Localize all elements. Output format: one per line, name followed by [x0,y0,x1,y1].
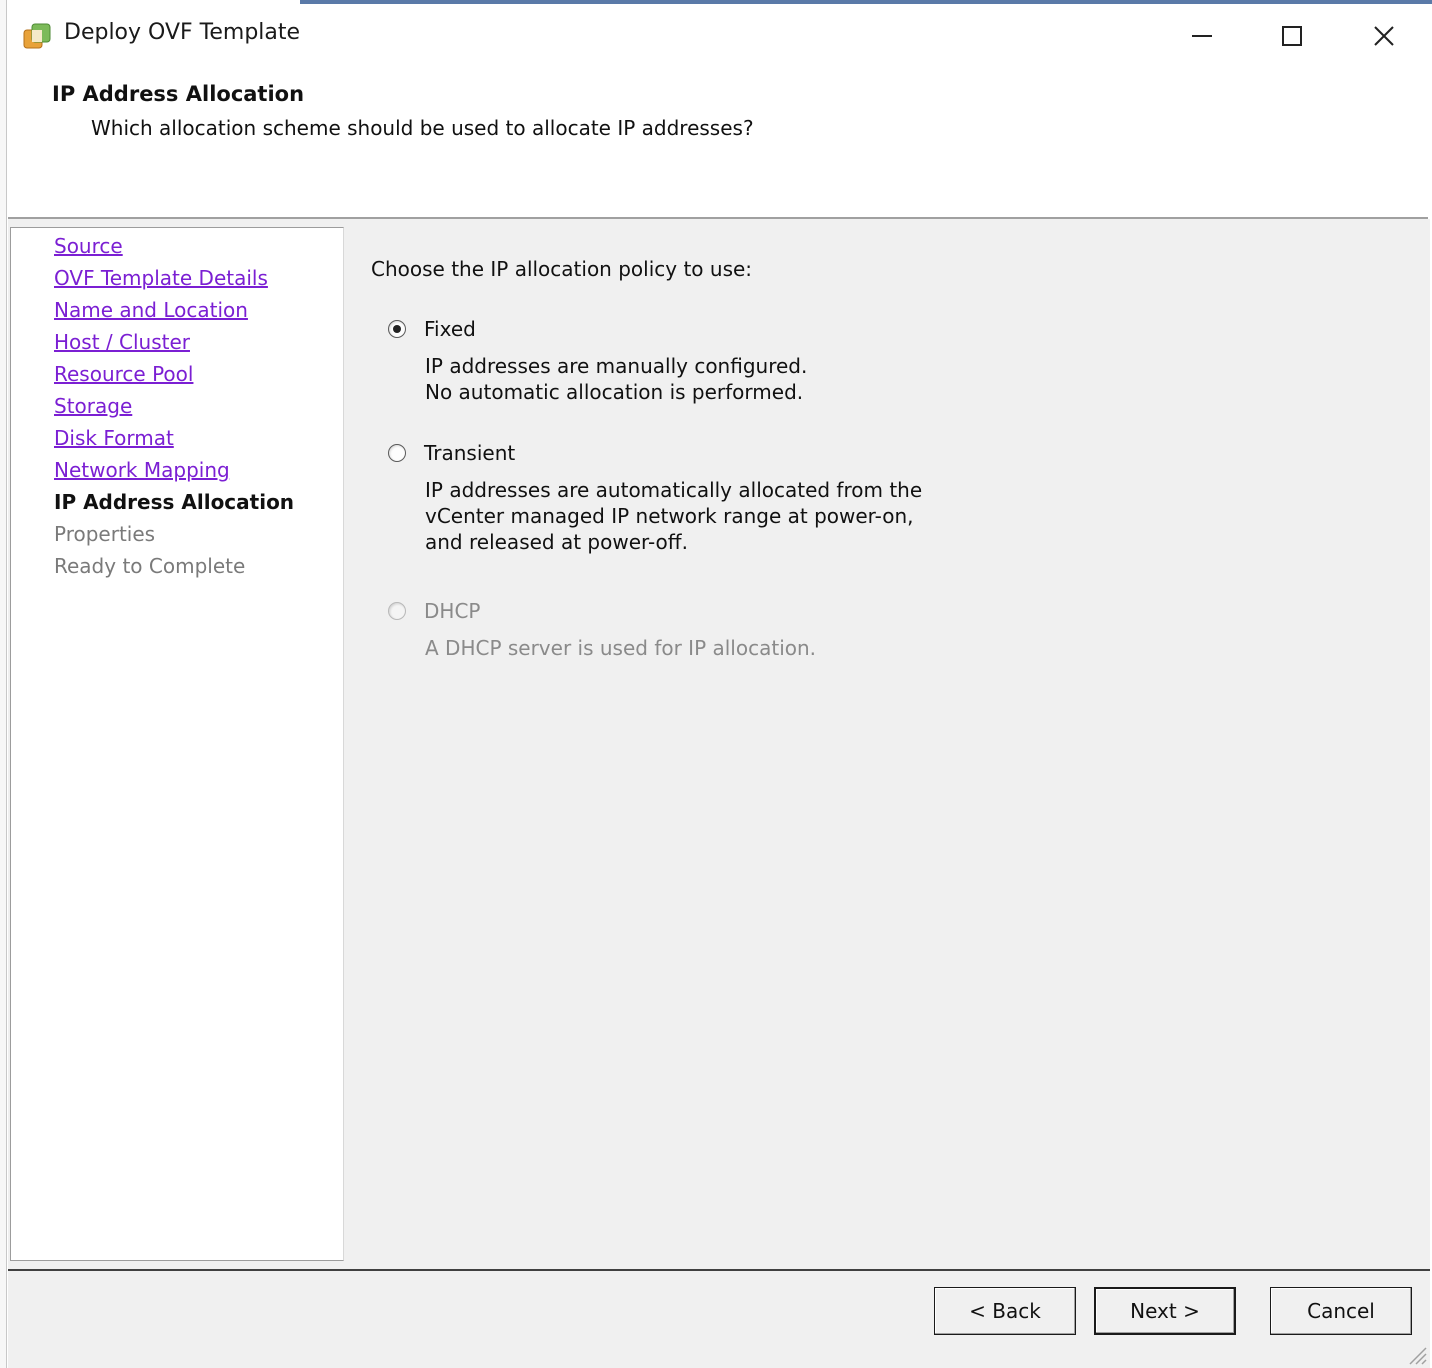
page-title: IP Address Allocation [52,82,305,106]
transient-radio[interactable] [388,444,406,462]
step-network-mapping[interactable]: Network Mapping [54,458,230,482]
maximize-icon [1282,26,1302,46]
step-source[interactable]: Source [54,234,123,258]
fixed-description: IP addresses are manually configured. No… [425,353,807,405]
minimize-icon [1192,35,1212,37]
dhcp-description: A DHCP server is used for IP allocation. [425,635,816,661]
step-disk-format[interactable]: Disk Format [54,426,174,450]
page-subtitle: Which allocation scheme should be used t… [91,116,754,140]
allocation-prompt: Choose the IP allocation policy to use: [371,257,753,281]
step-ip-address-allocation: IP Address Allocation [54,490,295,514]
close-icon [1374,26,1394,46]
transient-desc-line3: and released at power-off. [425,530,688,554]
step-name-and-location[interactable]: Name and Location [54,298,248,322]
cancel-button[interactable]: Cancel [1270,1287,1412,1335]
ip-allocation-content: Choose the IP allocation policy to use: … [368,219,1428,1269]
fixed-label[interactable]: Fixed [424,317,476,341]
back-button[interactable]: < Back [934,1287,1076,1335]
transient-label[interactable]: Transient [424,441,515,465]
wizard-steps-panel: Source OVF Template Details Name and Loc… [10,227,344,1261]
minimize-button[interactable] [1172,14,1232,58]
close-button[interactable] [1354,14,1414,58]
step-ovf-template-details[interactable]: OVF Template Details [54,266,268,290]
step-properties: Properties [54,522,156,546]
step-storage[interactable]: Storage [54,394,132,418]
fixed-desc-line1: IP addresses are manually configured. [425,354,808,378]
transient-desc-line2: vCenter managed IP network range at powe… [425,504,914,528]
dhcp-option: DHCP [388,599,480,623]
resize-grip-icon[interactable] [1406,1344,1428,1366]
background-window-strip [300,0,1432,4]
wizard-body: Source OVF Template Details Name and Loc… [8,219,1430,1269]
fixed-radio[interactable] [388,320,406,338]
dhcp-label: DHCP [424,599,481,623]
step-ready-to-complete: Ready to Complete [54,554,246,578]
wizard-footer: < Back Next > Cancel [8,1271,1430,1368]
next-button[interactable]: Next > [1094,1287,1236,1335]
window-title: Deploy OVF Template [64,20,301,45]
transient-description: IP addresses are automatically allocated… [425,477,922,555]
dhcp-radio [388,602,406,620]
maximize-button[interactable] [1262,14,1322,58]
step-host-cluster[interactable]: Host / Cluster [54,330,190,354]
background-window-edge [0,0,7,1368]
title-bar[interactable]: Deploy OVF Template [8,8,1428,64]
wizard-header: IP Address Allocation Which allocation s… [8,64,1428,218]
fixed-option[interactable]: Fixed [388,317,476,341]
step-resource-pool[interactable]: Resource Pool [54,362,193,386]
vsphere-app-icon [23,23,51,49]
dhcp-desc-line1: A DHCP server is used for IP allocation. [425,636,817,660]
transient-option[interactable]: Transient [388,441,515,465]
transient-desc-line1: IP addresses are automatically allocated… [425,478,923,502]
fixed-desc-line2: No automatic allocation is performed. [425,380,804,404]
